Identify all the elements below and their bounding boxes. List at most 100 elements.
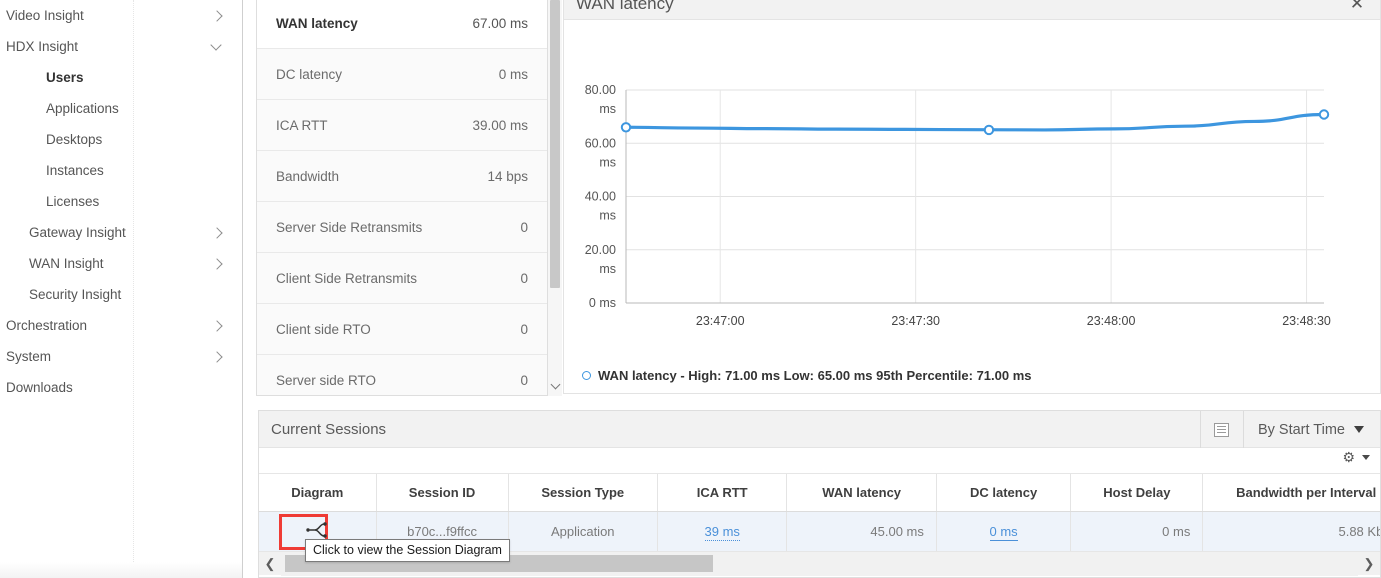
wan-latency-cell: 45.00 ms	[786, 511, 937, 552]
chevron-right-icon[interactable]	[212, 227, 224, 239]
chevron-right-icon[interactable]	[212, 351, 224, 363]
metric-row[interactable]: Server Side Retransmits 0	[257, 202, 547, 253]
svg-text:60.00: 60.00	[585, 136, 616, 150]
sessions-header: Current Sessions By Start Time	[259, 411, 1380, 448]
metric-name: Server side RTO	[276, 372, 377, 388]
sort-by-label: By Start Time	[1257, 421, 1345, 438]
svg-text:ms: ms	[599, 262, 616, 276]
session-diagram-tooltip: Click to view the Session Diagram	[305, 539, 510, 562]
column-header[interactable]: DC latency	[936, 474, 1072, 512]
metric-value: 67.00 ms	[472, 15, 528, 31]
chevron-right-icon[interactable]	[212, 320, 224, 332]
metric-name: Client Side Retransmits	[276, 270, 418, 286]
chevron-right-icon[interactable]	[212, 258, 224, 270]
scroll-right-arrow-icon[interactable]: ❯	[1358, 552, 1380, 576]
column-header[interactable]: Session Type	[508, 474, 658, 512]
metric-row[interactable]: Server side RTO 0	[257, 355, 547, 395]
list-glyph-icon	[1214, 422, 1230, 437]
metric-row[interactable]: WAN latency 67.00 ms	[257, 0, 547, 49]
bandwidth-per-interval-cell: 5.88 Kbps	[1202, 511, 1380, 552]
metrics-scrollbar-thumb[interactable]	[550, 0, 560, 288]
chevron-down-small-icon	[1362, 454, 1370, 460]
scroll-left-arrow-icon[interactable]: ❮	[259, 552, 281, 576]
metric-name: Bandwidth	[276, 168, 340, 184]
metric-value: 0 ms	[498, 66, 528, 82]
chart-body: 0 ms 20.00 ms 40.00 ms 60.00 ms 80.00 ms 23:47:00…	[564, 20, 1380, 393]
list-view-icon[interactable]	[1201, 411, 1243, 448]
dc-latency-cell[interactable]: 0 ms	[936, 511, 1072, 552]
metric-row[interactable]: Client Side Retransmits 0	[257, 253, 547, 304]
metric-row[interactable]: Client side RTO 0	[257, 304, 547, 355]
sidebar-item-security-insight[interactable]: Security Insight	[0, 279, 242, 310]
scroll-down-arrow-icon[interactable]	[548, 376, 562, 396]
column-header[interactable]: Session ID	[376, 474, 509, 512]
sidebar-item-licenses[interactable]: Licenses	[0, 186, 242, 217]
chevron-down-icon[interactable]	[212, 41, 224, 53]
svg-text:ms: ms	[599, 102, 616, 116]
table-header-row: Diagram Session ID Session Type ICA RTT WAN …	[259, 474, 1380, 512]
sessions-header-controls: By Start Time	[1199, 411, 1380, 448]
sessions-toolbar-row: ⚙	[259, 448, 1380, 474]
sidebar-item-hdx-insight[interactable]: HDX Insight	[0, 31, 242, 62]
legend-marker-icon	[582, 371, 591, 380]
metrics-scrollbar[interactable]	[548, 0, 562, 396]
chart-header: WAN latency ✕	[564, 0, 1380, 20]
sidebar-item-desktops[interactable]: Desktops	[0, 124, 242, 155]
svg-text:ms: ms	[599, 155, 616, 169]
svg-text:ms: ms	[599, 209, 616, 223]
metric-value: 0	[520, 270, 528, 286]
column-header[interactable]: WAN latency	[786, 474, 937, 512]
close-icon[interactable]: ✕	[1348, 0, 1366, 12]
sidebar-item-users[interactable]: Users	[0, 62, 242, 93]
metrics-panel: WAN latency 67.00 ms DC latency 0 ms ICA RTT…	[256, 0, 548, 396]
sidebar-item-orchestration[interactable]: Orchestration	[0, 310, 242, 341]
metrics-list: WAN latency 67.00 ms DC latency 0 ms ICA RTT…	[257, 0, 547, 395]
column-header[interactable]: Diagram	[259, 474, 377, 512]
column-header[interactable]: Bandwidth per Interval	[1202, 474, 1380, 512]
sidebar-item-label: HDX Insight	[6, 39, 79, 54]
sidebar-item-gateway-insight[interactable]: Gateway Insight	[0, 217, 242, 248]
metric-name: Server Side Retransmits	[276, 219, 423, 235]
wan-latency-line-chart: 0 ms 20.00 ms 40.00 ms 60.00 ms 80.00 ms 23:47:00…	[585, 83, 1331, 328]
metric-name: ICA RTT	[276, 117, 328, 133]
metric-value: 39.00 ms	[472, 117, 528, 133]
sidebar-item-label: Desktops	[46, 132, 103, 147]
metric-value: 14 bps	[487, 168, 528, 184]
column-header[interactable]: Host Delay	[1070, 474, 1204, 512]
sessions-title: Current Sessions	[271, 420, 387, 438]
metric-name: DC latency	[276, 66, 343, 82]
sidebar-item-label: Downloads	[6, 380, 73, 395]
sort-by-dropdown[interactable]: By Start Time	[1244, 411, 1380, 448]
sidebar-item-label: Users	[46, 70, 84, 85]
ica-rtt-cell[interactable]: 39 ms	[657, 511, 788, 552]
chart-legend[interactable]: WAN latency - High: 71.00 ms Low: 65.00 …	[582, 368, 1032, 383]
svg-text:80.00: 80.00	[585, 83, 616, 97]
metric-row[interactable]: ICA RTT 39.00 ms	[257, 100, 547, 151]
column-header[interactable]: ICA RTT	[657, 474, 788, 512]
chevron-right-icon[interactable]	[212, 10, 224, 22]
sidebar-item-label: Instances	[46, 163, 104, 178]
sidebar-item-video-insight[interactable]: Video Insight	[0, 0, 242, 31]
host-delay-cell: 0 ms	[1070, 511, 1204, 552]
sidebar-item-label: WAN Insight	[29, 256, 104, 271]
metric-value: 0	[520, 219, 528, 235]
sidebar-item-wan-insight[interactable]: WAN Insight	[0, 248, 242, 279]
metric-name: Client side RTO	[276, 321, 371, 337]
ica-rtt-cell-link[interactable]: 39 ms	[704, 524, 740, 542]
metric-row[interactable]: Bandwidth 14 bps	[257, 151, 547, 202]
chevron-down-icon	[1354, 426, 1364, 433]
sidebar-item-applications[interactable]: Applications	[0, 93, 242, 124]
sidebar-bottom-strip	[0, 562, 242, 578]
sidebar-item-downloads[interactable]: Downloads	[0, 372, 242, 403]
sidebar-item-instances[interactable]: Instances	[0, 155, 242, 186]
metric-row[interactable]: DC latency 0 ms	[257, 49, 547, 100]
wan-latency-chart-panel: WAN latency ✕ 0 ms 20.00 ms 40.00 ms 60.00 ms 8…	[563, 0, 1381, 394]
sidebar-item-system[interactable]: System	[0, 341, 242, 372]
session-type-cell: Application	[508, 511, 658, 552]
settings-menu-button[interactable]: ⚙	[1342, 450, 1370, 464]
svg-text:23:48:00: 23:48:00	[1087, 314, 1136, 328]
sidebar-item-label: Licenses	[46, 194, 100, 209]
sidebar-item-label: Applications	[46, 101, 119, 116]
sidebar-item-label: Orchestration	[6, 318, 88, 333]
dc-latency-cell-link[interactable]: 0 ms	[989, 524, 1018, 542]
